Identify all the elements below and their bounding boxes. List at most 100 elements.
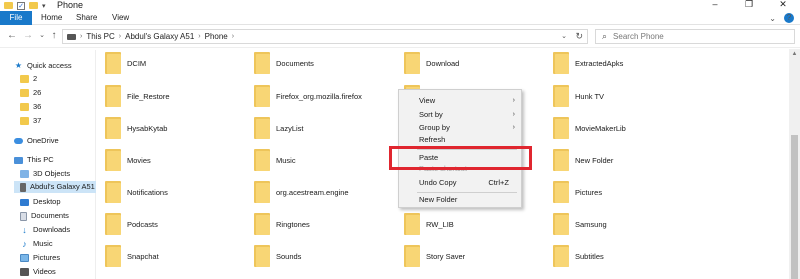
folder-icon[interactable] [4,2,13,9]
breadcrumb-galaxy[interactable]: Abdul's Galaxy A51 [125,32,194,41]
folder-icon [404,52,420,74]
folder-item[interactable]: Snapchat [105,242,159,270]
scroll-thumb[interactable] [791,135,798,279]
folder-item[interactable]: LazyList [254,114,304,142]
sidebar-item-label: This PC [27,155,54,164]
folder-icon [105,213,121,235]
folder-item[interactable]: Samsung [553,210,607,238]
folder-name: New Folder [575,155,614,165]
breadcrumb[interactable]: › This PC › Abdul's Galaxy A51 › Phone ›… [62,29,588,44]
breadcrumb-this-pc[interactable]: This PC [86,32,114,41]
chevron-down-icon[interactable]: ⌄ [561,30,567,43]
sidebar-item-quick-access[interactable]: ★ Quick access [14,60,72,72]
folder-item[interactable]: File_Restore [105,82,170,110]
minimize-button[interactable]: – [698,0,732,11]
menu-item-sort-by[interactable]: Sort by › [399,109,521,121]
chevron-right-icon[interactable]: › [232,33,234,40]
sidebar-item-documents[interactable]: Documents [20,210,69,222]
folder-item[interactable]: Music [254,146,296,174]
sidebar-item-music[interactable]: ♪ Music [20,238,52,250]
expand-ribbon-icon[interactable]: ⌄ [769,14,776,23]
folder-item[interactable]: DCIM [105,49,146,77]
help-icon[interactable]: ? [784,13,794,23]
sidebar-item-galaxy[interactable]: Abdul's Galaxy A51 [14,181,96,193]
sidebar-item-label: 26 [33,88,42,97]
download-icon: ↓ [22,225,27,235]
search-box[interactable]: ⌕ [595,29,795,44]
tab-share[interactable]: Share [68,11,105,25]
search-icon: ⌕ [602,31,608,41]
tab-view[interactable]: View [104,11,137,25]
folder-item[interactable]: MovieMakerLib [553,114,626,142]
menu-item-group-by[interactable]: Group by › [399,122,521,134]
folder-icon [105,117,121,139]
folder-icon [553,181,569,203]
folder-item[interactable]: Ringtones [254,210,310,238]
folder-name: Hunk TV [575,91,605,101]
sidebar-item-this-pc[interactable]: This PC [14,154,54,166]
menu-item-undo-copy[interactable]: Undo Copy Ctrl+Z [399,177,521,189]
chevron-right-icon[interactable]: › [80,33,82,40]
menu-item-refresh[interactable]: Refresh [399,134,521,146]
folder-item[interactable]: Firefox_org.mozilla.firefox [254,82,362,110]
refresh-icon[interactable]: ↻ [575,30,583,43]
scroll-up-icon[interactable]: ▲ [789,49,800,59]
folder-item[interactable]: Subtitles [553,242,604,270]
sidebar-item-26[interactable]: 26 [20,87,41,99]
breadcrumb-phone[interactable]: Phone [205,32,228,41]
cube-icon [20,170,29,178]
folder-item[interactable]: HysabKytab [105,114,167,142]
folder-item[interactable]: Sounds [254,242,301,270]
folder-item[interactable]: Pictures [553,178,602,206]
maximize-button[interactable]: ❐ [732,0,766,11]
folder-item[interactable]: Documents [254,49,314,77]
sidebar-item-3d-objects[interactable]: 3D Objects [20,168,70,180]
folder-icon [105,52,121,74]
close-button[interactable]: ✕ [766,0,800,11]
sidebar-item-desktop[interactable]: Desktop [20,196,61,208]
sidebar-item-videos[interactable]: Videos [20,266,56,278]
tab-file[interactable]: File [0,11,32,25]
folder-item[interactable]: Download [404,49,459,77]
customize-toolbar-icon[interactable]: ▾ [42,2,46,10]
folder-name: Story Saver [426,251,466,261]
chevron-right-icon[interactable]: › [198,33,200,40]
back-arrow-icon[interactable]: ← [6,29,18,43]
sidebar-item-37[interactable]: 37 [20,115,41,127]
tab-home[interactable]: Home [33,11,70,25]
folder-icon [254,149,270,171]
folder-name: LazyList [276,123,304,133]
folder-item[interactable]: Notifications [105,178,168,206]
folder-icon [404,245,420,267]
phone-icon [20,182,26,192]
sidebar-item-pictures[interactable]: Pictures [20,252,60,264]
chevron-right-icon[interactable]: › [119,33,121,40]
menu-item-view[interactable]: View › [399,95,521,107]
menu-item-new-folder[interactable]: New Folder [399,194,521,206]
folder-icon [105,149,121,171]
sidebar-item-36[interactable]: 36 [20,101,41,113]
sidebar-item-onedrive[interactable]: OneDrive [14,135,59,147]
folder-item[interactable]: Movies [105,146,151,174]
forward-arrow-icon[interactable]: → [22,29,34,43]
folder-item[interactable]: New Folder [553,146,613,174]
search-input[interactable] [613,32,784,41]
vertical-scrollbar[interactable]: ▲ [789,49,800,279]
folder-item[interactable]: Hunk TV [553,82,604,110]
folder-item[interactable]: Story Saver [404,242,465,270]
folder-item[interactable]: org.acestream.engine [254,178,349,206]
recent-locations-icon[interactable]: ⌄ [36,29,48,43]
sidebar-item-label: 3D Objects [33,169,71,178]
folder-item[interactable]: RW_LIB [404,210,454,238]
folder-item[interactable]: ExtractedApks [553,49,623,77]
folder-icon [254,52,270,74]
folder-item[interactable]: Podcasts [105,210,158,238]
properties-icon[interactable]: ✓ [17,1,25,10]
folder-name: Snapchat [127,251,159,261]
quick-access-toolbar: ✓ ▾ [4,0,46,11]
menu-item-label: Refresh [419,135,446,144]
sidebar-item-2[interactable]: 2 [20,73,37,85]
sidebar-item-downloads[interactable]: ↓ Downloads [20,224,70,236]
up-arrow-icon[interactable]: ↑ [48,29,60,43]
new-folder-icon[interactable] [29,2,38,9]
